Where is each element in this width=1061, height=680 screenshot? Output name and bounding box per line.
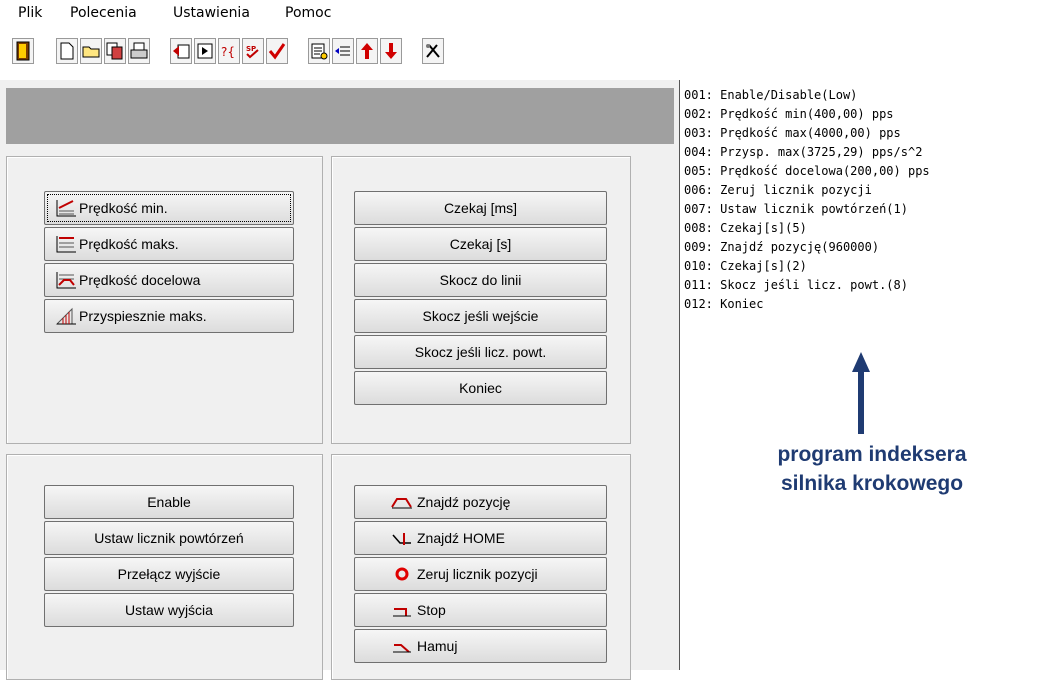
svg-text:?{: ?{ <box>221 45 235 59</box>
jump-to-line-button[interactable]: Skocz do linii <box>354 263 607 297</box>
set-repeat-counter-label: Ustaw licznik powtórzeń <box>94 530 244 546</box>
end-button[interactable]: Koniec <box>354 371 607 405</box>
help-brace-icon[interactable]: ?{ <box>218 38 240 64</box>
set-repeat-counter-button[interactable]: Ustaw licznik powtórzeń <box>44 521 294 555</box>
jump-to-line-label: Skocz do linii <box>439 272 522 288</box>
program-line[interactable]: 008: Czekaj[s](5) <box>684 221 807 235</box>
menu-polecenia[interactable]: Polecenia <box>70 5 137 21</box>
jump-if-input-button[interactable]: Skocz jeśli wejście <box>354 299 607 333</box>
max-speed-icon <box>56 236 76 253</box>
find-position-button[interactable]: Znajdź pozycję <box>354 485 607 519</box>
toggle-output-button[interactable]: Przełącz wyjście <box>44 557 294 591</box>
program-line[interactable]: 007: Ustaw licznik powtórzeń(1) <box>684 202 908 216</box>
enable-label: Enable <box>147 494 191 510</box>
min-speed-label: Prędkość min. <box>79 200 168 216</box>
target-speed-icon <box>56 272 76 289</box>
reset-position-counter-label: Zeruj licznik pozycji <box>417 566 538 582</box>
min-speed-button[interactable]: Prędkość min. <box>44 191 294 225</box>
wait-s-button[interactable]: Czekaj [s] <box>354 227 607 261</box>
spellcheck-icon[interactable]: SP <box>242 38 264 64</box>
exit-icon[interactable] <box>12 38 34 64</box>
find-home-label: Znajdź HOME <box>417 530 505 546</box>
annotation-text: program indeksera silnika krokowego <box>722 440 1022 498</box>
set-outputs-label: Ustaw wyjścia <box>125 602 213 618</box>
find-position-label: Znajdź pozycję <box>417 494 511 510</box>
compile-icon[interactable] <box>308 38 330 64</box>
stop-icon <box>393 608 411 617</box>
target-speed-label: Prędkość docelowa <box>79 272 201 288</box>
save-icon[interactable] <box>104 38 126 64</box>
io-group: Enable Ustaw licznik powtórzeń Przełącz … <box>6 454 323 680</box>
stop-label: Stop <box>417 602 446 618</box>
wait-ms-label: Czekaj [ms] <box>443 200 518 216</box>
program-line[interactable]: 005: Prędkość docelowa(200,00) pps <box>684 164 930 178</box>
brake-icon <box>393 644 411 653</box>
brake-button[interactable]: Hamuj <box>354 629 607 663</box>
max-speed-label: Prędkość maks. <box>79 236 179 252</box>
settings-icon[interactable] <box>422 38 444 64</box>
enable-button[interactable]: Enable <box>44 485 294 519</box>
program-line[interactable]: 006: Zeruj licznik pozycji <box>684 183 872 197</box>
target-speed-button[interactable]: Prędkość docelowa <box>44 263 294 297</box>
annotation-arrow-icon <box>852 352 870 434</box>
find-home-icon <box>392 533 411 545</box>
move-up-icon[interactable] <box>356 38 378 64</box>
check-icon[interactable] <box>266 38 288 64</box>
insert-line-icon[interactable] <box>170 38 192 64</box>
new-icon[interactable] <box>56 38 78 64</box>
menu-ustawienia[interactable]: Ustawienia <box>173 5 250 21</box>
header-bar <box>6 88 674 144</box>
min-speed-icon <box>56 200 76 217</box>
reset-position-counter-button[interactable]: Zeruj licznik pozycji <box>354 557 607 591</box>
program-line[interactable]: 003: Prędkość max(4000,00) pps <box>684 126 901 140</box>
wait-ms-button[interactable]: Czekaj [ms] <box>354 191 607 225</box>
renumber-icon[interactable] <box>332 38 354 64</box>
program-line[interactable]: 010: Czekaj[s](2) <box>684 259 807 273</box>
menu-pomoc[interactable]: Pomoc <box>285 5 331 21</box>
annotation-line-1: program indeksera <box>777 443 967 466</box>
jump-if-count-label: Skocz jeśli licz. powt. <box>414 344 547 360</box>
stop-button[interactable]: Stop <box>354 593 607 627</box>
program-line[interactable]: 002: Prędkość min(400,00) pps <box>684 107 894 121</box>
set-outputs-button[interactable]: Ustaw wyjścia <box>44 593 294 627</box>
flow-group: Czekaj [ms] Czekaj [s] Skocz do linii Sk… <box>331 156 631 444</box>
toggle-output-label: Przełącz wyjście <box>117 566 221 582</box>
command-panel: Prędkość min. Prędkość maks. Prędkość do… <box>0 80 680 680</box>
annotation-line-2: silnika krokowego <box>780 472 964 495</box>
max-speed-button[interactable]: Prędkość maks. <box>44 227 294 261</box>
brake-label: Hamuj <box>417 638 458 654</box>
speed-group: Prędkość min. Prędkość maks. Prędkość do… <box>6 156 323 444</box>
find-home-button[interactable]: Znajdź HOME <box>354 521 607 555</box>
max-acceleration-button[interactable]: Przyspiesznie maks. <box>44 299 294 333</box>
jump-if-count-button[interactable]: Skocz jeśli licz. powt. <box>354 335 607 369</box>
reset-counter-icon <box>395 567 409 581</box>
program-line[interactable]: 001: Enable/Disable(Low) <box>684 88 857 102</box>
max-acceleration-label: Przyspiesznie maks. <box>79 308 207 324</box>
wait-s-label: Czekaj [s] <box>449 236 512 252</box>
menu-bar: Plik Polecenia Ustawienia Pomoc <box>0 0 1061 28</box>
end-label: Koniec <box>459 380 502 396</box>
program-line[interactable]: 009: Znajdź pozycję(960000) <box>684 240 879 254</box>
motion-group: Znajdź pozycję Znajdź HOME Zeruj licznik… <box>331 454 631 680</box>
find-position-icon <box>391 498 412 509</box>
run-icon[interactable] <box>194 38 216 64</box>
menu-plik[interactable]: Plik <box>18 5 42 21</box>
program-line[interactable]: 012: Koniec <box>684 297 763 311</box>
toolbar: ?{ SP <box>0 30 1061 80</box>
acceleration-icon <box>55 307 76 325</box>
jump-if-input-label: Skocz jeśli wejście <box>422 308 539 324</box>
move-down-icon[interactable] <box>380 38 402 64</box>
print-icon[interactable] <box>128 38 150 64</box>
open-icon[interactable] <box>80 38 102 64</box>
program-line[interactable]: 004: Przysp. max(3725,29) pps/s^2 <box>684 145 922 159</box>
program-line[interactable]: 011: Skocz jeśli licz. powt.(8) <box>684 278 908 292</box>
